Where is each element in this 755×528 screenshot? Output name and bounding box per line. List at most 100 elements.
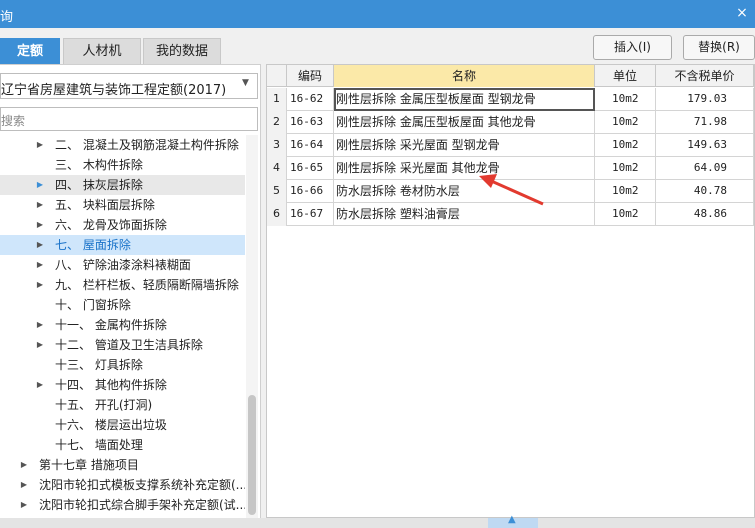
cell-unit[interactable]: 10m2 [595,203,656,226]
cell-price[interactable]: 179.03 [656,88,754,111]
tree-node-label: 十七、 墙面处理 [55,438,143,452]
cell-price[interactable]: 64.09 [656,157,754,180]
cell-code[interactable]: 16-62 [287,88,334,111]
table-row[interactable]: 3 16-64 刚性层拆除 采光屋面 型钢龙骨 10m2 149.63 [267,134,754,157]
tree-scrollbar[interactable] [246,135,258,523]
tree-node[interactable]: 十五、 开孔(打洞) [0,395,245,415]
expand-arrow-icon[interactable]: ▶ [35,195,45,215]
row-number[interactable]: 5 [267,180,287,203]
chevron-down-icon[interactable]: ▼ [242,78,254,88]
tree-node[interactable]: ▶ 沈阳市轮扣式模板支撑系统补充定额(... [0,475,245,495]
tree-node-label: 第十七章 措施项目 [39,458,139,472]
tree-node[interactable]: 十三、 灯具拆除 [0,355,245,375]
expand-arrow-icon[interactable]: ▶ [35,275,45,295]
tree-node[interactable]: 十、 门窗拆除 [0,295,245,315]
cell-price[interactable]: 48.86 [656,203,754,226]
tab-labor-material-machine[interactable]: 人材机 [63,38,141,64]
tree-node-label: 七、 屋面拆除 [55,238,131,252]
tree-node[interactable]: 三、 木构件拆除 [0,155,245,175]
column-header-code[interactable]: 编码 [287,65,334,87]
cell-code[interactable]: 16-67 [287,203,334,226]
tree-node-label: 四、 抹灰层拆除 [55,178,143,192]
column-header-unit[interactable]: 单位 [595,65,656,87]
expand-arrow-icon[interactable]: ▶ [19,495,29,515]
tree-node[interactable]: ▶ 六、 龙骨及饰面拆除 [0,215,245,235]
column-header-price[interactable]: 不含税单价 [656,65,754,87]
cell-name[interactable]: 刚性层拆除 金属压型板屋面 型钢龙骨 [334,88,595,111]
quota-library-select[interactable]: 辽宁省房屋建筑与装饰工程定额(2017) ▼ [0,73,258,99]
cell-price[interactable]: 40.78 [656,180,754,203]
scrollbar-thumb[interactable] [248,395,256,515]
expand-arrow-icon[interactable]: ▶ [35,315,45,335]
tree-node[interactable]: 十七、 墙面处理 [0,435,245,455]
tree-node[interactable]: ▶ 十二、 管道及卫生洁具拆除 [0,335,245,355]
expand-arrow-icon[interactable]: ▶ [19,475,29,495]
cell-code[interactable]: 16-65 [287,157,334,180]
chapter-tree: ▶ 二、 混凝土及钢筋混凝土构件拆除 三、 木构件拆除 ▶ 四、 抹灰层拆除 ▶ 五、 块料… [0,135,245,525]
expand-arrow-icon[interactable]: ▶ [35,335,45,355]
tree-node[interactable]: ▶ 第十七章 措施项目 [0,455,245,475]
column-header-name[interactable]: 名称 [334,65,595,87]
tree-node[interactable]: ▶ 九、 栏杆栏板、轻质隔断隔墙拆除 [0,275,245,295]
table-row[interactable]: 1 16-62 刚性层拆除 金属压型板屋面 型钢龙骨 10m2 179.03 [267,88,754,111]
cell-unit[interactable]: 10m2 [595,88,656,111]
tree-node[interactable]: 十六、 楼层运出垃圾 [0,415,245,435]
expand-arrow-icon[interactable]: ▶ [35,175,45,195]
tab-my-data[interactable]: 我的数据 [143,38,221,64]
search-placeholder: 搜索 [1,114,26,128]
expand-arrow-icon[interactable]: ▶ [19,455,29,475]
cell-unit[interactable]: 10m2 [595,134,656,157]
close-icon[interactable]: × [733,4,751,22]
row-number[interactable]: 2 [267,111,287,134]
tree-node-label: 十三、 灯具拆除 [55,358,143,372]
replace-button[interactable]: 替换(R) [683,35,755,60]
tree-node[interactable]: ▶ 十四、 其他构件拆除 [0,375,245,395]
expand-arrow-icon[interactable]: ▶ [35,135,45,155]
cell-name[interactable]: 刚性层拆除 金属压型板屋面 其他龙骨 [334,111,595,134]
expand-arrow-icon[interactable]: ▶ [35,215,45,235]
cell-unit[interactable]: 10m2 [595,111,656,134]
tree-node-label: 十四、 其他构件拆除 [55,378,167,392]
quota-library-value: 辽宁省房屋建筑与装饰工程定额(2017) [1,83,227,98]
splitter-grip[interactable]: ▲ [488,514,538,528]
tree-node-label: 二、 混凝土及钢筋混凝土构件拆除 [55,138,239,152]
tree-node[interactable]: ▶ 四、 抹灰层拆除 [0,175,245,195]
tree-node-label: 十六、 楼层运出垃圾 [55,418,167,432]
tab-quota[interactable]: 定额 [0,38,60,64]
cell-unit[interactable]: 10m2 [595,157,656,180]
table-row[interactable]: 2 16-63 刚性层拆除 金属压型板屋面 其他龙骨 10m2 71.98 [267,111,754,134]
expand-arrow-icon[interactable]: ▶ [35,255,45,275]
tree-node[interactable]: ▶ 十一、 金属构件拆除 [0,315,245,335]
cell-name[interactable]: 刚性层拆除 采光屋面 型钢龙骨 [334,134,595,157]
bottom-splitter[interactable]: ▲ [0,514,755,528]
title-bar: 询 × [0,0,755,28]
tree-node[interactable]: ▶ 八、 铲除油漆涂料裱糊面 [0,255,245,275]
expand-arrow-icon[interactable]: ▶ [35,235,45,255]
search-input[interactable]: 搜索 [0,107,258,131]
cell-code[interactable]: 16-66 [287,180,334,203]
cell-price[interactable]: 149.63 [656,134,754,157]
tree-node[interactable]: ▶ 沈阳市轮扣式综合脚手架补充定额(试... [0,495,245,515]
cell-code[interactable]: 16-64 [287,134,334,157]
row-number[interactable]: 3 [267,134,287,157]
annotation-arrow-icon [479,174,544,206]
tree-node[interactable]: ▶ 五、 块料面层拆除 [0,195,245,215]
tree-node[interactable]: ▶ 七、 屋面拆除 [0,235,245,255]
row-number[interactable]: 1 [267,88,287,111]
row-number[interactable]: 6 [267,203,287,226]
expand-arrow-icon[interactable]: ▶ [35,375,45,395]
tree-node-label: 八、 铲除油漆涂料裱糊面 [55,258,191,272]
row-number[interactable]: 4 [267,157,287,180]
tree-node-label: 五、 块料面层拆除 [55,198,155,212]
insert-button[interactable]: 插入(I) [593,35,672,60]
tree-node-label: 十五、 开孔(打洞) [55,398,153,412]
tree-node-label: 十二、 管道及卫生洁具拆除 [55,338,203,352]
cell-unit[interactable]: 10m2 [595,180,656,203]
tree-node-label: 沈阳市轮扣式模板支撑系统补充定额(... [39,478,245,492]
grid-header: 编码 名称 单位 不含税单价 [267,65,754,87]
cell-code[interactable]: 16-63 [287,111,334,134]
cell-price[interactable]: 71.98 [656,111,754,134]
tree-node-label: 六、 龙骨及饰面拆除 [55,218,167,232]
chevron-up-icon[interactable]: ▲ [508,514,516,525]
tree-node[interactable]: ▶ 二、 混凝土及钢筋混凝土构件拆除 [0,135,245,155]
